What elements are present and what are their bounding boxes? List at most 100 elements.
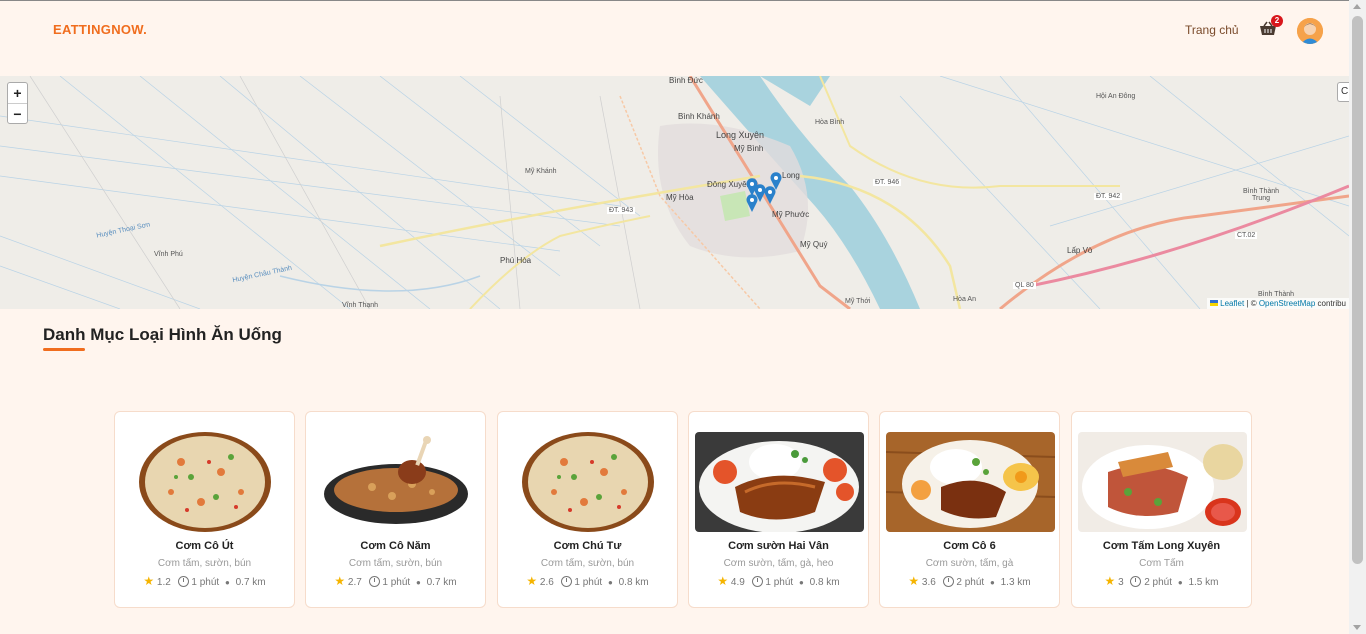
distance-value: 0.7 km bbox=[426, 577, 457, 588]
restaurant-meta: ★ 1.2 1 phút ● 0.7 km bbox=[115, 574, 294, 588]
star-icon: ★ bbox=[143, 574, 155, 588]
restaurant-desc: Cơm tấm, sườn, bún bbox=[540, 558, 635, 569]
dot-separator: ● bbox=[798, 578, 804, 587]
map-label: Vĩnh Thạnh bbox=[342, 302, 379, 309]
cart-count-badge: 2 bbox=[1271, 15, 1283, 27]
restaurant-marker-icon[interactable] bbox=[764, 186, 776, 204]
restaurant-meta: ★ 3 2 phút ● 1.5 km bbox=[1072, 574, 1251, 588]
scrollbar-thumb[interactable] bbox=[1352, 16, 1363, 564]
restaurant-card[interactable]: Cơm Tấm Long Xuyên Cơm Tấm ★ 3 2 phút ● … bbox=[1071, 411, 1252, 608]
restaurant-name: Cơm Cô Năm bbox=[360, 540, 431, 552]
dot-separator: ● bbox=[989, 578, 995, 587]
attribution-separator: | © bbox=[1244, 299, 1259, 308]
restaurant-desc: Cơm tấm, sườn, bún bbox=[348, 558, 443, 569]
star-icon: ★ bbox=[717, 574, 729, 588]
star-icon: ★ bbox=[334, 574, 346, 588]
restaurant-meta: ★ 2.6 1 phút ● 0.8 km bbox=[498, 574, 677, 588]
map-label: Bình Khánh bbox=[678, 112, 720, 121]
dot-separator: ● bbox=[607, 578, 613, 587]
map-label: Long Xuyên bbox=[716, 130, 765, 140]
attribution-contributors: contribu bbox=[1315, 299, 1346, 308]
food-image bbox=[886, 432, 1055, 532]
map-label: Vĩnh Phú bbox=[154, 251, 183, 258]
delivery-time: 1 phút bbox=[574, 577, 603, 588]
delivery-time: 1 phút bbox=[765, 577, 794, 588]
distance-value: 0.8 km bbox=[618, 577, 649, 588]
food-image bbox=[695, 432, 864, 532]
restaurant-meta: ★ 2.7 1 phút ● 0.7 km bbox=[306, 574, 485, 588]
delivery-time: 2 phút bbox=[956, 577, 985, 588]
food-image bbox=[1078, 432, 1247, 532]
restaurant-map[interactable]: Bình Đức Bình Khánh Long Xuyên Mỹ Bình Đ… bbox=[0, 76, 1349, 309]
food-image bbox=[121, 432, 290, 532]
restaurant-name: Cơm Cô 6 bbox=[943, 540, 996, 552]
map-label: Bình Thành bbox=[1258, 291, 1295, 298]
map-label: Đông Xuyên bbox=[707, 180, 752, 189]
scroll-up-arrow-icon[interactable] bbox=[1353, 4, 1361, 9]
map-label: Mỹ Bình bbox=[734, 144, 764, 153]
map-label: Mỹ Khánh bbox=[525, 168, 557, 175]
osm-link[interactable]: OpenStreetMap bbox=[1259, 299, 1315, 308]
map-road-label: CT.02 bbox=[1235, 232, 1258, 239]
distance-value: 1.3 km bbox=[1000, 577, 1031, 588]
map-label: Phú Hòa bbox=[500, 256, 532, 265]
leaflet-link[interactable]: Leaflet bbox=[1220, 299, 1244, 308]
restaurant-card[interactable]: Cơm Cô Năm Cơm tấm, sườn, bún ★ 2.7 1 ph… bbox=[305, 411, 486, 608]
dot-separator: ● bbox=[1177, 578, 1183, 587]
site-header: EATTINGNOW. Trang chủ 2 bbox=[0, 1, 1349, 76]
food-image bbox=[312, 432, 481, 532]
map-label: Mỹ Hòa bbox=[666, 193, 694, 202]
restaurant-desc: Cơm Tấm bbox=[1139, 558, 1184, 569]
star-icon: ★ bbox=[908, 574, 920, 588]
map-attribution: Leaflet | © OpenStreetMap contribu bbox=[1206, 298, 1349, 309]
rating-value: 3.6 bbox=[921, 577, 936, 588]
delivery-time: 2 phút bbox=[1144, 577, 1173, 588]
page-scrollbar[interactable] bbox=[1349, 0, 1366, 634]
map-zoom-control: + − bbox=[7, 82, 28, 124]
map-label: Mỹ Phước bbox=[772, 210, 810, 219]
zoom-out-button[interactable]: − bbox=[8, 103, 27, 123]
restaurant-card[interactable]: Cơm Cô Út Cơm tấm, sườn, bún ★ 1.2 1 phú… bbox=[114, 411, 295, 608]
distance-value: 0.7 km bbox=[235, 577, 266, 588]
map-layer-control[interactable]: C bbox=[1337, 82, 1349, 102]
restaurant-meta: ★ 4.9 1 phút ● 0.8 km bbox=[689, 574, 868, 588]
ukraine-flag-icon bbox=[1209, 300, 1218, 306]
scroll-down-arrow-icon[interactable] bbox=[1353, 625, 1361, 630]
map-label: Hòa An bbox=[953, 296, 976, 303]
section-title: Danh Mục Loại Hình Ăn Uống bbox=[43, 325, 282, 344]
site-logo[interactable]: EATTINGNOW. bbox=[53, 22, 147, 37]
restaurant-name: Cơm Cô Út bbox=[175, 540, 234, 552]
distance-value: 0.8 km bbox=[809, 577, 840, 588]
restaurant-desc: Cơm sườn, tấm, gà bbox=[925, 558, 1014, 569]
distance-value: 1.5 km bbox=[1188, 577, 1219, 588]
user-avatar[interactable] bbox=[1297, 18, 1323, 44]
restaurant-name: Cơm Tấm Long Xuyên bbox=[1102, 540, 1221, 552]
rating-value: 2.7 bbox=[347, 577, 362, 588]
map-road-label: ĐT. 946 bbox=[873, 179, 902, 186]
delivery-time: 1 phút bbox=[191, 577, 220, 588]
restaurant-name: Cơm Chú Tư bbox=[553, 540, 622, 552]
restaurant-card[interactable]: Cơm Chú Tư Cơm tấm, sườn, bún ★ 2.6 1 ph… bbox=[497, 411, 678, 608]
rating-value: 2.6 bbox=[539, 577, 554, 588]
map-road-label: ĐT. 942 bbox=[1094, 193, 1123, 200]
restaurant-desc: Cơm sườn, tấm, gà, heo bbox=[723, 558, 834, 569]
restaurant-marker-icon[interactable] bbox=[746, 194, 758, 212]
delivery-time: 1 phút bbox=[382, 577, 411, 588]
restaurant-card[interactable]: Cơm Cô 6 Cơm sườn, tấm, gà ★ 3.6 2 phút … bbox=[879, 411, 1060, 608]
title-underline bbox=[43, 348, 85, 351]
map-label: Hòa Bình bbox=[815, 119, 845, 126]
star-icon: ★ bbox=[526, 574, 538, 588]
nav-link-home[interactable]: Trang chủ bbox=[1185, 23, 1239, 37]
map-road-label: ĐT. 943 bbox=[607, 207, 636, 214]
clock-icon bbox=[1130, 576, 1142, 587]
restaurant-card[interactable]: Cơm sườn Hai Vân Cơm sườn, tấm, gà, heo … bbox=[688, 411, 869, 608]
dot-separator: ● bbox=[224, 578, 230, 587]
clock-icon bbox=[177, 576, 189, 587]
food-image bbox=[504, 432, 673, 532]
map-road-label: QL 80 bbox=[1013, 282, 1036, 289]
map-label: Hội An Đông bbox=[1096, 93, 1136, 100]
restaurant-name: Cơm sườn Hai Vân bbox=[728, 540, 829, 552]
clock-icon bbox=[560, 576, 572, 587]
zoom-in-button[interactable]: + bbox=[8, 83, 27, 103]
dot-separator: ● bbox=[415, 578, 421, 587]
